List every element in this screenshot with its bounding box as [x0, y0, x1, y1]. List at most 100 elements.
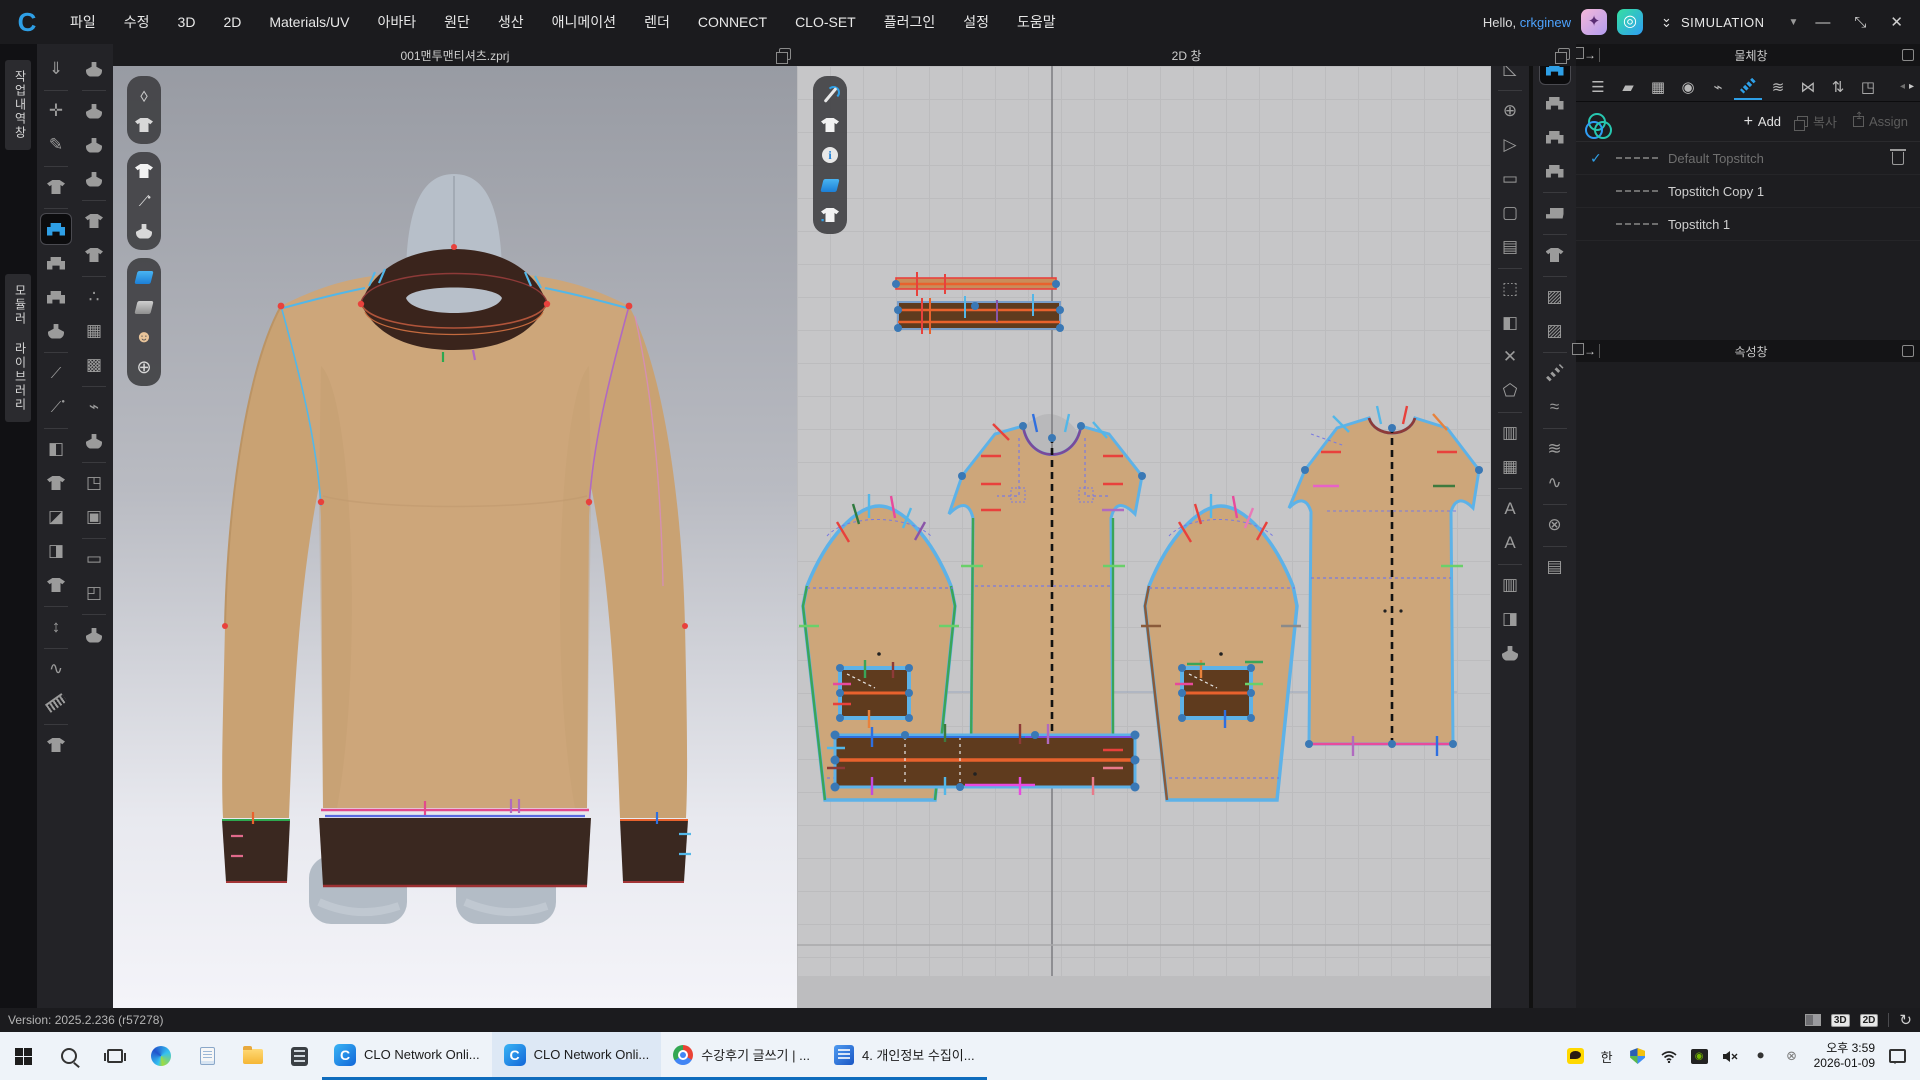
lacing-icon[interactable]: ▤: [1495, 232, 1525, 262]
iron-icon[interactable]: [1540, 198, 1570, 228]
segment-sewing-icon[interactable]: [41, 248, 71, 278]
graphic-tab-icon[interactable]: ▦: [1644, 74, 1672, 100]
buttonhole-tab-icon[interactable]: ⌁: [1704, 74, 1732, 100]
lock-avatar-icon[interactable]: [79, 426, 109, 456]
tab-modular-library[interactable]: 모듈러 라이브러리: [5, 274, 31, 422]
ruler-icon[interactable]: [41, 688, 71, 718]
notification-center-icon[interactable]: [1888, 1047, 1906, 1065]
avatar-move-icon[interactable]: [79, 96, 109, 126]
text-tool-icon[interactable]: A: [1495, 494, 1525, 524]
avatar-pattern-icon[interactable]: [1495, 638, 1525, 668]
free-sewing-icon[interactable]: [41, 282, 71, 312]
defender-icon[interactable]: [1629, 1047, 1647, 1065]
md-wand-icon[interactable]: [1581, 9, 1607, 35]
texture-checker-icon[interactable]: ▩: [79, 350, 109, 380]
menu-file[interactable]: 파일: [56, 12, 110, 32]
popout-2d-icon[interactable]: [1558, 48, 1570, 60]
tab-history-window[interactable]: 작업내역창: [5, 60, 31, 150]
checker-shirt-icon[interactable]: ▨: [1540, 316, 1570, 346]
arrange-point-icon[interactable]: ◰: [79, 578, 109, 608]
taskbar-app-clo-1[interactable]: C CLO Network Onli...: [322, 1032, 492, 1080]
calculator-icon[interactable]: [276, 1032, 322, 1080]
tuck-shirt-icon[interactable]: [41, 730, 71, 760]
taskbar-app-chrome[interactable]: 수강후기 글쓰기 | ...: [661, 1032, 822, 1080]
avatar-pose-icon[interactable]: [79, 54, 109, 84]
fold-right-icon[interactable]: ◨: [41, 536, 71, 566]
info-icon[interactable]: [817, 142, 843, 168]
seam-select-icon[interactable]: ⬚: [1495, 274, 1525, 304]
popout-3d-icon[interactable]: [779, 48, 791, 60]
menu-help[interactable]: 도움말: [1003, 12, 1070, 32]
fit-sewing-icon[interactable]: [41, 316, 71, 346]
scene-3d-sweatshirt[interactable]: [113, 66, 797, 1008]
restore-button[interactable]: ⤡: [1847, 14, 1873, 31]
pattern-outline-icon[interactable]: ▢: [1495, 198, 1525, 228]
measure-curve-icon[interactable]: ∿: [41, 654, 71, 684]
pleats-icon[interactable]: ▥: [1495, 570, 1525, 600]
import-garment-icon[interactable]: ⇓: [41, 54, 71, 84]
arrange-garment-icon[interactable]: [41, 172, 71, 202]
puckering-seg-icon[interactable]: ≋: [1540, 434, 1570, 464]
bind-avatar-icon[interactable]: [79, 620, 109, 650]
refit-shirt-icon[interactable]: [41, 570, 71, 600]
puckering-free-icon[interactable]: ∿: [1540, 468, 1570, 498]
topstitch-row[interactable]: ✓ Default Topstitch: [1576, 142, 1920, 175]
notepad-icon[interactable]: [184, 1032, 230, 1080]
cross-cut-icon[interactable]: ✕: [1495, 342, 1525, 372]
kakaotalk-icon[interactable]: [1567, 1047, 1585, 1065]
file-explorer-icon[interactable]: [230, 1032, 276, 1080]
taskbar-app-word[interactable]: 4. 개인정보 수집이...: [822, 1032, 987, 1080]
topstitch-row[interactable]: Topstitch 1: [1576, 208, 1920, 241]
collapse-property-icon[interactable]: →: [1584, 344, 1600, 358]
select-move-icon[interactable]: ✛: [41, 96, 71, 126]
pin-to-avatar-icon[interactable]: [41, 392, 71, 422]
clo-set-app-icon[interactable]: [1617, 9, 1643, 35]
device-icon[interactable]: ⚫: [1752, 1047, 1770, 1065]
menu-animation[interactable]: 애니메이션: [538, 12, 630, 32]
menu-avatar[interactable]: 아바타: [363, 12, 430, 32]
menu-3d[interactable]: 3D: [164, 14, 210, 30]
panel-flat-icon[interactable]: ▭: [79, 544, 109, 574]
task-view-icon[interactable]: [92, 1032, 138, 1080]
menu-settings[interactable]: 설정: [949, 12, 1003, 32]
avatar-joint-icon[interactable]: [79, 130, 109, 160]
viewport-3d[interactable]: [113, 66, 797, 1008]
fabric-gray-icon[interactable]: [131, 294, 157, 320]
avatar-skin-icon[interactable]: [131, 324, 157, 350]
edit-polygon-icon[interactable]: ▷: [1495, 130, 1525, 160]
select-shirt-icon[interactable]: [1540, 240, 1570, 270]
avatar-checker-icon[interactable]: ▦: [79, 316, 109, 346]
wifi-icon[interactable]: [1660, 1047, 1678, 1065]
menu-fabric[interactable]: 원단: [430, 12, 484, 32]
topstitch-tab-icon[interactable]: [1734, 74, 1762, 100]
world-gizmo-icon[interactable]: [131, 354, 157, 380]
view-cube-icon[interactable]: [131, 82, 157, 108]
pattern-canvas[interactable]: [797, 66, 1491, 1008]
menu-plugin[interactable]: 플러그인: [870, 12, 950, 32]
panel-dark-icon[interactable]: ▣: [79, 502, 109, 532]
sewing-machine-icon[interactable]: [41, 214, 71, 244]
fabric-blue-icon[interactable]: [131, 264, 157, 290]
menu-edit[interactable]: 수정: [110, 12, 164, 32]
trim-tab-icon[interactable]: ◳: [1854, 74, 1882, 100]
avatar-hand-icon[interactable]: [79, 164, 109, 194]
clo-set-sync-icon[interactable]: [1588, 113, 1606, 131]
garment-snap-icon[interactable]: [131, 112, 157, 138]
avatar-shirt-fit-icon[interactable]: [79, 240, 109, 270]
assign-topstitch-button[interactable]: Assign: [1853, 114, 1908, 129]
fold-arrangement-icon[interactable]: ◧: [41, 434, 71, 464]
edit-point-icon[interactable]: ⊕: [1495, 96, 1525, 126]
username-link[interactable]: crkginew: [1520, 15, 1571, 30]
fabric-tab-icon[interactable]: ▰: [1614, 74, 1642, 100]
popout-property-icon[interactable]: [1902, 345, 1914, 357]
edit-curve-icon[interactable]: ✎: [41, 130, 71, 160]
bond-skive-icon[interactable]: ⊗: [1540, 510, 1570, 540]
menu-render[interactable]: 렌더: [630, 12, 684, 32]
search-icon[interactable]: [46, 1032, 92, 1080]
tabs-scroll-right-icon[interactable]: ▸: [1909, 81, 1914, 92]
scene-list-icon[interactable]: ☰: [1584, 74, 1612, 100]
pattern-scale-icon[interactable]: ↕: [41, 612, 71, 642]
delete-icon[interactable]: [1892, 152, 1904, 165]
close-button[interactable]: ✕: [1883, 13, 1910, 31]
volume-muted-icon[interactable]: [1721, 1047, 1739, 1065]
